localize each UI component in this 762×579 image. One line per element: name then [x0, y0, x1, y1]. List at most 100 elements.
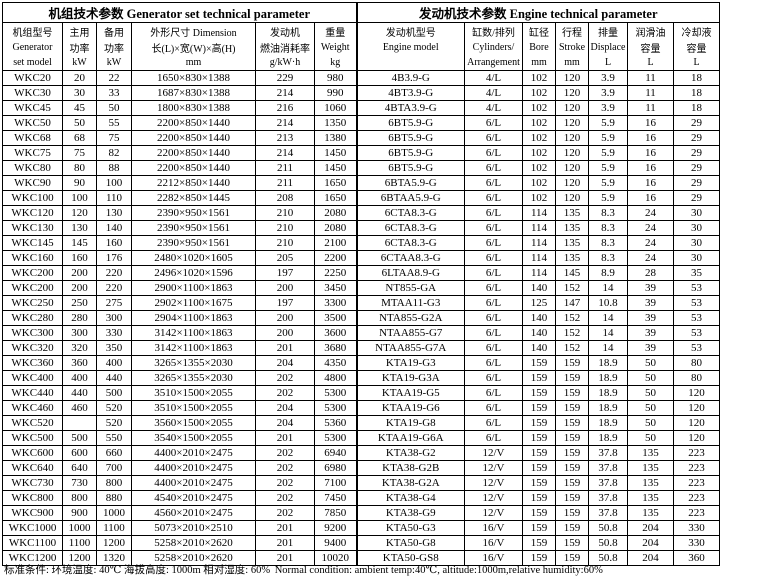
cell-coolant: 80	[673, 355, 720, 371]
footer-en: Normal condition: ambient temp:40℃, alti…	[274, 565, 603, 576]
cell-cylinders: 12/V	[464, 505, 523, 521]
cell-bore: 159	[522, 475, 556, 491]
table-row: WKC75 75 82 2200×850×1440 214 1450 6BT5.9-G 6/L…	[2, 145, 720, 161]
cell-weight: 990	[314, 85, 357, 101]
cell-dimension: 2496×1020×1596	[131, 265, 256, 281]
cell-weight: 5300	[314, 400, 357, 416]
cell-weight: 5360	[314, 415, 357, 431]
cell-main-power: 100	[62, 190, 97, 206]
cell-standby-power: 660	[96, 445, 132, 461]
cell-cylinders: 12/V	[464, 490, 523, 506]
cell-coolant: 53	[673, 280, 720, 296]
header-engine-model: 发动机型号	[355, 22, 465, 39]
cell-model: WKC440	[2, 385, 63, 401]
cell-model: WKC200	[2, 280, 63, 296]
cell-bore: 125	[522, 295, 556, 311]
cell-standby-power: 350	[96, 340, 132, 356]
table-row: WKC130 130 140 2390×950×1561 210 2080 6CTA8.3-…	[2, 220, 720, 236]
cell-cylinders: 6/L	[464, 130, 523, 146]
cell-dimension: 4540×2010×2475	[131, 490, 256, 506]
table-row: WKC250 250 275 2902×1100×1675 197 3300 MTAA11-…	[2, 295, 720, 311]
cell-weight: 4800	[314, 370, 357, 386]
cell-weight: 2080	[314, 205, 357, 221]
table-row: WKC640 640 700 4400×2010×2475 202 6980 KTA38-G…	[2, 460, 720, 476]
cell-main-power: 130	[62, 220, 97, 236]
cell-standby-power: 88	[96, 160, 132, 176]
header-oil-3: L	[627, 55, 674, 71]
cell-oil: 50	[627, 415, 674, 431]
header-coolant-2: 容量	[673, 39, 720, 55]
cell-model: WKC300	[2, 325, 63, 341]
cell-displace: 50.8	[588, 520, 628, 536]
cell-main-power: 440	[62, 385, 97, 401]
cell-dimension: 3510×1500×2055	[131, 385, 256, 401]
cell-dimension: 2390×950×1561	[131, 205, 256, 221]
cell-cylinders: 6/L	[464, 370, 523, 386]
cell-standby-power: 400	[96, 355, 132, 371]
cell-main-power: 30	[62, 85, 97, 101]
cell-cylinders: 6/L	[464, 355, 523, 371]
cell-standby-power: 55	[96, 115, 132, 131]
generator-section-title: 机组技术参数 Generator set technical parameter	[2, 2, 357, 23]
cell-main-power: 900	[62, 505, 97, 521]
cell-standby-power: 300	[96, 310, 132, 326]
cell-coolant: 120	[673, 430, 720, 446]
cell-weight: 3600	[314, 325, 357, 341]
cell-weight: 2080	[314, 220, 357, 236]
header-coolant: 冷却液	[673, 22, 720, 39]
cell-stroke: 159	[555, 385, 589, 401]
cell-engine-model: 6BT5.9-G	[355, 160, 465, 176]
cell-coolant: 53	[673, 310, 720, 326]
cell-standby-power: 140	[96, 220, 132, 236]
cell-main-power: 280	[62, 310, 97, 326]
cell-fuel: 197	[255, 265, 315, 281]
cell-oil: 39	[627, 340, 674, 356]
header-oil: 润滑油	[627, 22, 674, 39]
cell-dimension: 2390×950×1561	[131, 220, 256, 236]
cell-weight: 9200	[314, 520, 357, 536]
cell-displace: 37.8	[588, 475, 628, 491]
cell-oil: 16	[627, 130, 674, 146]
cell-bore: 140	[522, 340, 556, 356]
header-displace: 排量	[588, 22, 628, 39]
cell-weight: 3450	[314, 280, 357, 296]
cell-coolant: 223	[673, 505, 720, 521]
cell-displace: 37.8	[588, 505, 628, 521]
cell-engine-model: 6BT5.9-G	[355, 115, 465, 131]
cell-fuel: 208	[255, 190, 315, 206]
table-row: WKC800 800 880 4540×2010×2475 202 7450 KTA38-G…	[2, 490, 720, 506]
cell-standby-power: 520	[96, 400, 132, 416]
cell-model: WKC100	[2, 190, 63, 206]
cell-fuel: 201	[255, 340, 315, 356]
cell-bore: 159	[522, 370, 556, 386]
cell-fuel: 200	[255, 280, 315, 296]
cell-bore: 102	[522, 145, 556, 161]
cell-displace: 37.8	[588, 490, 628, 506]
cell-weight: 9400	[314, 535, 357, 551]
cell-engine-model: KTA19-G3	[355, 355, 465, 371]
cell-dimension: 3142×1100×1863	[131, 325, 256, 341]
cell-engine-model: 6LTAA8.9-G	[355, 265, 465, 281]
cell-standby-power: 275	[96, 295, 132, 311]
cell-weight: 2100	[314, 235, 357, 251]
cell-cylinders: 6/L	[464, 160, 523, 176]
cell-oil: 135	[627, 505, 674, 521]
cell-standby-power: 176	[96, 250, 132, 266]
cell-bore: 114	[522, 250, 556, 266]
engine-section-title: 发动机技术参数 Engine technical parameter	[355, 2, 720, 23]
header-main-power: 主用	[62, 22, 97, 39]
cell-bore: 140	[522, 310, 556, 326]
cell-dimension: 1650×830×1388	[131, 70, 256, 86]
cell-displace: 14	[588, 340, 628, 356]
cell-coolant: 330	[673, 520, 720, 536]
header-cylinders-2: Cylinders/	[464, 39, 523, 55]
header-standby-power-3: kW	[96, 55, 132, 71]
cell-displace: 37.8	[588, 445, 628, 461]
cell-oil: 50	[627, 400, 674, 416]
table-row: WKC20 20 22 1650×830×1388 229 980 4B3.9-G 4/L 10…	[2, 70, 720, 86]
footer-conditions: 标准条件: 环境温度: 40℃ 海拔高度: 1000m 相对湿度: 60% No…	[4, 562, 605, 577]
cell-cylinders: 6/L	[464, 385, 523, 401]
cell-oil: 204	[627, 520, 674, 536]
cell-dimension: 2900×1100×1863	[131, 280, 256, 296]
cell-weight: 7450	[314, 490, 357, 506]
